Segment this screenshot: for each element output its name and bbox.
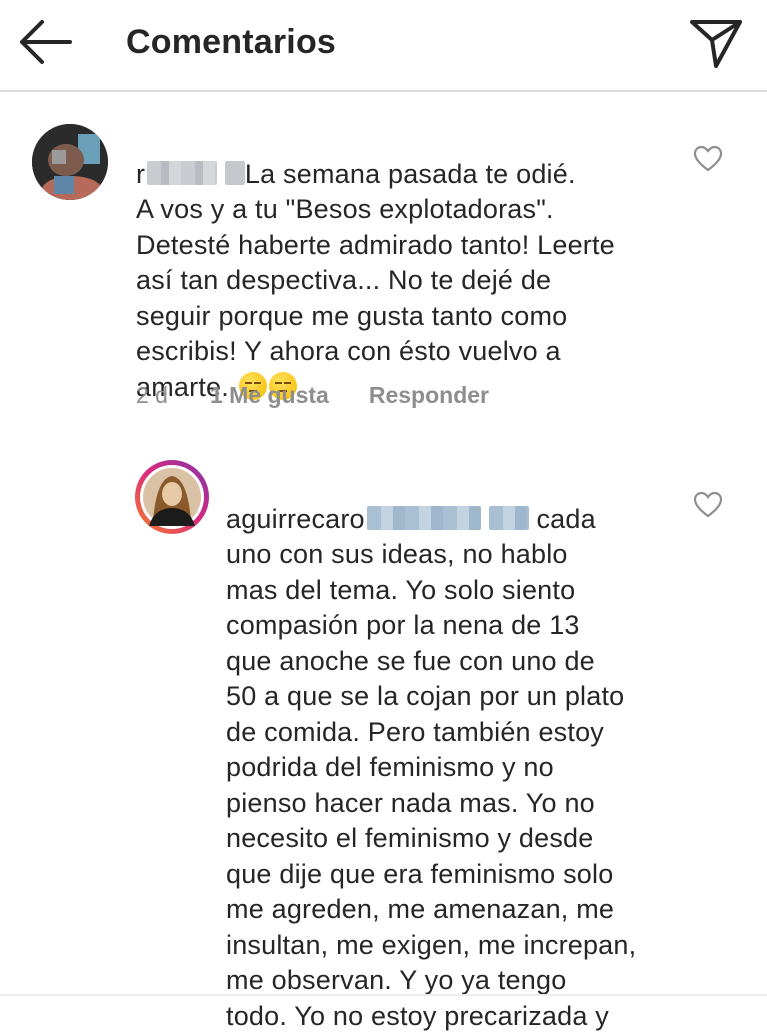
reply-button[interactable]: Responder — [369, 382, 489, 408]
like-button[interactable] — [693, 144, 723, 174]
username[interactable]: r — [136, 159, 245, 189]
blurred-mention-suffix — [488, 505, 529, 530]
likes-count-button[interactable]: 1 Me gusta — [210, 382, 329, 408]
comment-body: aguirrecaro cada uno con sus ideas, no h… — [226, 503, 637, 1031]
blurred-username — [147, 160, 218, 185]
comment-meta: 2 d 1 Me gusta Responder — [136, 382, 529, 409]
username[interactable]: aguirrecaro — [226, 504, 365, 534]
comment-text: La semana pasada te odié. A vos y a tu "… — [136, 158, 615, 402]
heart-icon — [693, 145, 723, 172]
avatar[interactable] — [32, 124, 108, 200]
top-bar: Comentarios — [0, 0, 767, 92]
avatar-image — [32, 124, 108, 200]
avatar[interactable] — [135, 460, 209, 534]
blurred-mention — [366, 505, 481, 530]
divider — [0, 994, 767, 996]
page-title: Comentarios — [126, 23, 337, 61]
back-button[interactable] — [18, 18, 74, 66]
send-button[interactable] — [686, 10, 746, 70]
comment-text: uno con sus ideas, no hablo mas del tema… — [226, 539, 637, 1031]
comment-body: r La semana pasada te odié. A vos y a tu… — [136, 121, 656, 405]
avatar-image — [140, 465, 204, 529]
blurred-username-suffix — [224, 160, 245, 185]
arrow-left-icon — [20, 20, 72, 64]
paper-plane-icon — [690, 20, 742, 68]
comment-time: 2 d — [136, 382, 168, 408]
like-button[interactable] — [693, 490, 723, 520]
heart-icon — [693, 491, 723, 518]
